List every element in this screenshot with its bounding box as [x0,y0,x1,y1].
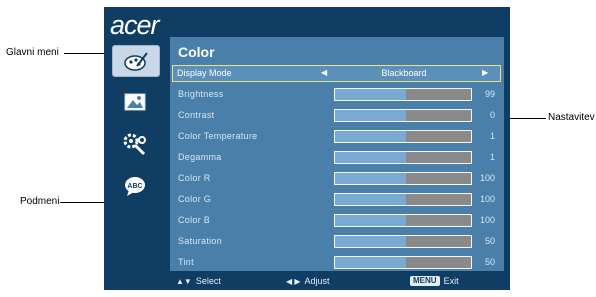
callout-submenu: Podmeni [20,196,60,207]
setting-label: Color Temperature [178,131,258,141]
setting-label: Contrast [178,110,215,120]
footer-select: ▲▼ Select [176,276,221,286]
setting-slider[interactable] [334,151,472,164]
setting-row[interactable]: Tint 50 [172,254,501,270]
slider-fill [335,236,406,247]
setting-row[interactable]: Contrast 0 [172,107,501,123]
setting-value: 99 [484,89,495,99]
menu-title: Color [178,44,215,60]
setting-label: Tint [178,257,194,267]
setting-label: Color G [178,194,212,204]
up-down-arrows-icon: ▲▼ [176,276,192,286]
setting-value: 100 [479,215,495,225]
svg-text:ABC: ABC [127,183,142,190]
footer-exit: MENU Exit [410,276,459,286]
osd-window: acer ABC Color Display Mode ◀ Blackboard… [104,7,510,290]
slider-fill [335,110,406,121]
setting-slider[interactable] [334,235,472,248]
setting-slider[interactable] [334,193,472,206]
setting-row[interactable]: Color R 100 [172,170,501,186]
display-mode-label: Display Mode [177,68,232,78]
osd-footer: ▲▼ Select ◀ ▶ Adjust MENU Exit [170,275,504,289]
submenu-panel: Color Display Mode ◀ Blackboard ▶ Bright… [170,37,504,271]
setting-row[interactable]: Color Temperature 1 [172,128,501,144]
setting-row[interactable]: Color B 100 [172,212,501,228]
setting-slider[interactable] [334,214,472,227]
settings-wrench-icon[interactable] [112,129,158,159]
setting-row[interactable]: Color G 100 [172,191,501,207]
left-right-arrows-icon: ◀ ▶ [286,276,301,286]
footer-select-label: Select [195,276,221,286]
setting-slider[interactable] [334,172,472,185]
right-arrow-icon[interactable]: ▶ [482,68,488,77]
setting-label: Color R [178,173,211,183]
slider-fill [335,257,406,268]
setting-value: 0 [489,110,495,120]
setting-row[interactable]: Saturation 50 [172,233,501,249]
display-mode-value: Blackboard [381,68,427,78]
setting-label: Degamma [178,152,222,162]
setting-slider[interactable] [334,256,472,269]
footer-adjust: ◀ ▶ Adjust [286,276,330,286]
picture-icon[interactable] [112,87,158,117]
slider-fill [335,152,406,163]
callout-main-menu: Glavni meni [6,47,59,58]
slider-fill [335,194,406,205]
setting-value: 100 [479,194,495,204]
main-menu-sidebar: ABC [104,41,168,269]
slider-fill [335,89,406,100]
language-abc-icon[interactable]: ABC [112,171,158,201]
setting-slider[interactable] [334,88,472,101]
setting-slider[interactable] [334,130,472,143]
setting-value: 50 [484,257,495,267]
setting-value: 1 [489,131,495,141]
setting-value: 50 [484,236,495,246]
footer-adjust-label: Adjust [304,276,330,286]
acer-logo: acer [110,10,160,40]
setting-value: 1 [489,152,495,162]
slider-fill [335,173,406,184]
footer-exit-label: Exit [443,276,459,286]
slider-fill [335,131,406,142]
callout-setting: Nastavitev [548,112,595,123]
setting-value: 100 [479,173,495,183]
setting-label: Color B [178,215,211,225]
setting-row[interactable]: Brightness 99 [172,86,501,102]
slider-fill [335,215,406,226]
setting-slider[interactable] [334,109,472,122]
display-mode-row[interactable]: Display Mode ◀ Blackboard ▶ [172,65,501,82]
menu-key-icon: MENU [410,276,440,286]
color-palette-icon[interactable] [112,45,160,77]
setting-label: Brightness [178,89,224,99]
left-arrow-icon[interactable]: ◀ [321,68,327,77]
setting-row[interactable]: Degamma 1 [172,149,501,165]
setting-label: Saturation [178,236,223,246]
